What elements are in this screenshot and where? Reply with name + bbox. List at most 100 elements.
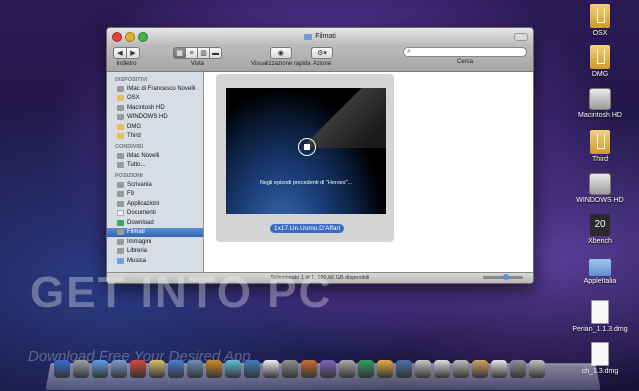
sidebar-item-imac-novelli[interactable]: iMac Novelli (107, 151, 203, 161)
dock-app-icon[interactable] (225, 360, 241, 378)
dock-app-icon[interactable] (415, 360, 431, 378)
desktop-icon-appleitalia[interactable]: AppleItalia (572, 259, 628, 285)
dock-app-icon[interactable] (168, 360, 184, 378)
minimize-button[interactable] (125, 32, 135, 42)
hard-drive-icon (589, 88, 611, 110)
sidebar-item-all[interactable]: Tutto... (107, 161, 203, 171)
sidebar-item-home[interactable]: F9 (107, 190, 203, 200)
sidebar-item-applications[interactable]: Applicazioni (107, 199, 203, 209)
dock-app-icon[interactable] (149, 360, 165, 378)
drive-icon (590, 45, 610, 69)
dock-app-icon[interactable] (320, 360, 336, 378)
icon-view-button[interactable]: ▦ (173, 47, 186, 59)
sidebar-item-dmg[interactable]: DMG (107, 122, 203, 132)
dock-app-icon[interactable] (54, 360, 70, 378)
dock-app-icon[interactable] (396, 360, 412, 378)
sidebar-item-pictures[interactable]: Immagini (107, 237, 203, 247)
window-title: Filmati (304, 28, 336, 45)
dock-app-icon[interactable] (73, 360, 89, 378)
quicklook-label: Visualizzazione rapida (251, 61, 311, 67)
play-button[interactable] (298, 138, 316, 156)
dock-app-icon[interactable] (111, 360, 127, 378)
action-button[interactable]: ⚙▾ (311, 47, 333, 59)
sidebar-item-label: Applicazioni (127, 200, 160, 207)
sidebar-item-documents[interactable]: Documenti (107, 209, 203, 219)
dock-app-icon[interactable] (187, 360, 203, 378)
sidebar-item-label: Documenti (127, 210, 156, 217)
desktop-icon-dmg[interactable]: DMG (572, 45, 628, 78)
desktop-icon-xbench[interactable]: 20 Xbench (572, 214, 628, 245)
desktop-icon-label: DMG (591, 71, 609, 78)
toolbar-toggle-button[interactable] (514, 33, 528, 41)
quicklook-button[interactable]: ◉ (269, 47, 292, 59)
list-view-button[interactable]: ≡ (186, 47, 198, 59)
forward-button[interactable]: ▶ (127, 47, 140, 59)
back-button[interactable]: ◀ (113, 47, 127, 59)
dock-app-icon[interactable] (130, 360, 146, 378)
sidebar-item-imac[interactable]: iMac di Francesco Novelli (107, 84, 203, 94)
dock-app-icon[interactable] (472, 360, 488, 378)
dock-app-icon[interactable] (510, 360, 526, 378)
dock-app-icon[interactable] (434, 360, 450, 378)
desktop-icon-osx[interactable]: OSX (572, 4, 628, 37)
sidebar-item-desktop[interactable]: Scrivania (107, 180, 203, 190)
file-area: Negli episodi precedenti di "Heroes"... … (204, 72, 533, 273)
sidebar-item-downloads[interactable]: Download (107, 218, 203, 228)
selected-file-tile[interactable]: Negli episodi precedenti di "Heroes"... … (216, 74, 394, 242)
sidebar-item-label: iMac di Francesco Novelli (127, 85, 196, 92)
video-thumbnail[interactable]: Negli episodi precedenti di "Heroes"... (226, 88, 386, 214)
sidebar-item-osx[interactable]: OSX (107, 94, 203, 104)
dock-app-icon[interactable] (358, 360, 374, 378)
desktop-icon-macintosh-hd[interactable]: Macintosh HD (572, 88, 628, 119)
hard-drive-icon (117, 114, 124, 121)
dock-app-icon[interactable] (244, 360, 260, 378)
sidebar-item-library[interactable]: Libreria (107, 247, 203, 257)
sidebar-header-places: POSIZIONI (115, 173, 143, 179)
sidebar-item-label: DMG (127, 123, 141, 130)
dock-app-icon[interactable] (339, 360, 355, 378)
sidebar-item-label: Tutto... (127, 162, 146, 169)
sidebar-header-shared: CONDIVISI (115, 144, 144, 150)
library-icon (117, 248, 124, 255)
network-icon (117, 162, 124, 169)
desktop-icon-perian[interactable]: Perian_1.1.3.dmg (572, 300, 628, 333)
video-caption: Negli episodi precedenti di "Heroes"... (259, 180, 353, 186)
dock-app-icon[interactable] (263, 360, 279, 378)
search-group: ⌕ Cerca (403, 47, 527, 65)
sidebar-item-label: iMac Novelli (127, 152, 160, 159)
sidebar-item-movies[interactable]: Filmati (107, 227, 203, 237)
drive-icon (590, 130, 610, 154)
column-view-button[interactable]: ▥ (198, 47, 210, 59)
search-field[interactable]: ⌕ (403, 47, 527, 57)
dock-app-icon[interactable] (529, 360, 545, 378)
icon-size-slider[interactable] (483, 274, 523, 280)
coverflow-view-button[interactable]: ▬ (210, 47, 222, 59)
dock-app-icon[interactable] (377, 360, 393, 378)
dock-app-icon[interactable] (491, 360, 507, 378)
sidebar-item-music[interactable]: Musica (107, 256, 203, 266)
sidebar-item-label: Third (127, 133, 141, 140)
zoom-button[interactable] (138, 32, 148, 42)
close-button[interactable] (112, 32, 122, 42)
eye-icon: ◉ (277, 50, 284, 57)
slider-knob[interactable] (503, 274, 509, 280)
dock-app-icon[interactable] (206, 360, 222, 378)
file-name-label[interactable]: 1x17.Un.Uomo.D'Affari (270, 224, 345, 233)
title-bar[interactable]: Filmati (107, 28, 533, 45)
dock-app-icon[interactable] (282, 360, 298, 378)
download-icon (117, 219, 124, 226)
dock-app-icon[interactable] (301, 360, 317, 378)
dock-app-icon[interactable] (92, 360, 108, 378)
sidebar-item-macintosh-hd[interactable]: Macintosh HD (107, 103, 203, 113)
dock-icons (54, 360, 545, 378)
desktop-icon-third[interactable]: Third (572, 130, 628, 163)
dock-app-icon[interactable] (453, 360, 469, 378)
search-input[interactable] (410, 48, 514, 56)
drive-icon (117, 123, 124, 130)
music-icon (117, 257, 124, 264)
xbench-app-icon: 20 (590, 214, 610, 236)
desktop-icon-windows-hd[interactable]: WINDOWS HD (572, 173, 628, 204)
finder-body: DISPOSITIVI iMac di Francesco Novelli OS… (107, 72, 533, 273)
sidebar-item-windows-hd[interactable]: WINDOWS HD (107, 113, 203, 123)
sidebar-item-third[interactable]: Third (107, 132, 203, 142)
